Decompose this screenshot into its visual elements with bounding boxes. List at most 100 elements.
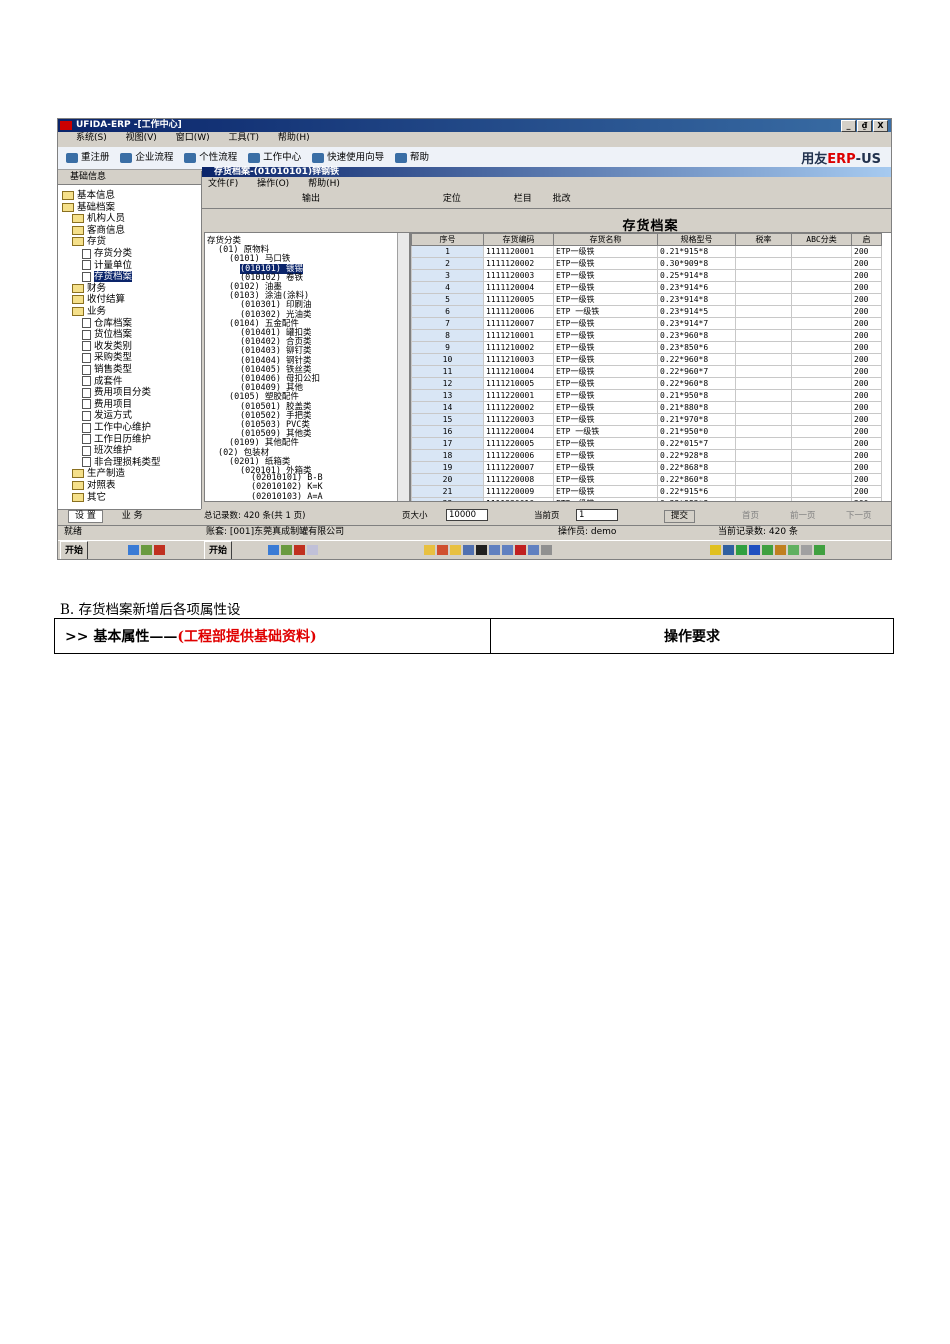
task-icon-2[interactable] — [463, 544, 474, 555]
user-icon[interactable] — [775, 544, 786, 555]
menu-help[interactable]: 帮助(H) — [278, 132, 310, 145]
start-button-2[interactable]: 开始 — [204, 541, 233, 559]
table-cell: 200 — [851, 449, 882, 462]
table-row[interactable]: 17 1111220005 ETP一级铁 0.22*015*7 200 — [411, 437, 882, 450]
table-row[interactable]: 8 1111210001 ETP一级铁 0.23*960*8 200 — [411, 329, 882, 342]
desktop-icon-2[interactable] — [281, 544, 292, 555]
table-cell: 1111220003 — [483, 413, 554, 426]
restore-button[interactable]: ₫ — [857, 120, 872, 132]
doc-menu-help[interactable]: 帮助(H) — [308, 178, 340, 190]
table-row[interactable]: 5 1111120005 ETP一级铁 0.23*914*8 200 — [411, 293, 882, 306]
tab-business[interactable]: 业 务 — [115, 511, 149, 522]
table-cell: 1111120002 — [483, 257, 554, 270]
antivirus-icon[interactable] — [736, 544, 747, 555]
table-row[interactable]: 13 1111220001 ETP一级铁 0.21*950*8 200 — [411, 389, 882, 402]
table-row[interactable]: 19 1111220007 ETP一级铁 0.22*868*8 200 — [411, 461, 882, 474]
doc-menu-operation[interactable]: 操作(O) — [257, 178, 289, 190]
guide-icon — [312, 153, 325, 163]
document-icon-2[interactable] — [502, 544, 513, 555]
table-cell — [791, 281, 852, 294]
speaker-icon[interactable] — [710, 544, 721, 555]
menu-tools[interactable]: 工具(T) — [228, 132, 259, 145]
toolbar-personal-flow-button[interactable]: 个性流程 — [184, 147, 237, 169]
table-row[interactable]: 1 1111120001 ETP一级铁 0.21*915*8 200 — [411, 245, 882, 258]
table-row[interactable]: 7 1111120007 ETP一级铁 0.23*914*7 200 — [411, 317, 882, 330]
next-page-button[interactable]: 下一页 — [846, 509, 872, 523]
table-cell — [735, 473, 792, 486]
table-row[interactable]: 16 1111220004 ETP 一级铁 0.21*950*0 200 — [411, 425, 882, 438]
minimize-button[interactable]: _ — [841, 120, 856, 132]
table-row[interactable]: 221111220010ETP一级铁0.22*982*8 200 — [411, 497, 882, 501]
tray-icon-2[interactable] — [788, 544, 799, 555]
grid-column-header[interactable]: 存货编码 — [483, 233, 554, 246]
toolbar-work-center-button[interactable]: 工作中心 — [248, 147, 301, 169]
export-button[interactable]: 输出 — [302, 194, 320, 204]
submit-button[interactable]: 提交 — [664, 510, 696, 523]
tray-icon[interactable] — [762, 544, 773, 555]
grid-column-header[interactable]: 存货名称 — [553, 233, 658, 246]
columns-button[interactable]: 栏目 — [514, 194, 532, 204]
toolbar-quick-guide-button[interactable]: 快速使用向导 — [312, 147, 384, 169]
table-row[interactable]: 21 1111220009 ETP一级铁 0.22*915*6 200 — [411, 485, 882, 498]
menu-view[interactable]: 视图(V) — [126, 132, 157, 145]
table-row[interactable]: 14 1111220002 ETP一级铁 0.21*880*8 200 — [411, 401, 882, 414]
console-icon[interactable] — [476, 544, 487, 555]
batch-edit-button[interactable]: 批改 — [553, 194, 571, 204]
erp-icon[interactable] — [515, 544, 526, 555]
ie-icon-2[interactable] — [268, 544, 279, 555]
table-row[interactable]: 6 1111120006 ETP 一级铁 0.23*914*5 200 — [411, 305, 882, 318]
table-cell: 200 — [851, 461, 882, 474]
prev-page-button[interactable]: 前一页 — [790, 509, 816, 523]
grid-column-header[interactable]: ABC分类 — [791, 233, 852, 246]
table-row[interactable]: 2 1111120002 ETP一级铁 0.30*909*8 200 — [411, 257, 882, 270]
grid-column-header[interactable]: 税率 — [735, 233, 792, 246]
table-row[interactable]: 12 1111210005 ETP一级铁 0.22*960*8 200 — [411, 377, 882, 390]
menu-window[interactable]: 窗口(W) — [176, 132, 210, 145]
toolbar-help-button[interactable]: 帮助 — [394, 147, 429, 169]
table-cell — [791, 341, 852, 354]
start-button[interactable]: 开始 — [60, 541, 89, 559]
app-icon[interactable] — [154, 544, 165, 555]
close-button[interactable]: X — [873, 120, 888, 132]
network-icon[interactable] — [723, 544, 734, 555]
tree-scrollbar[interactable] — [397, 233, 409, 501]
table-row[interactable]: 15 1111220003 ETP一级铁 0.21*970*8 200 — [411, 413, 882, 426]
table-row[interactable]: 3 1111120003 ETP一级铁 0.25*914*8 200 — [411, 269, 882, 282]
table-cell — [735, 281, 792, 294]
doc-menu-file[interactable]: 文件(F) — [208, 178, 238, 190]
tray-icon-3[interactable] — [801, 544, 812, 555]
grid-column-header[interactable]: 规格型号 — [657, 233, 736, 246]
locate-button[interactable]: 定位 — [443, 194, 461, 204]
desktop-icon[interactable] — [141, 544, 152, 555]
flow-icon — [120, 153, 133, 163]
menu-system[interactable]: 系统(S) — [76, 132, 107, 145]
table-row[interactable]: 18 1111220006 ETP一级铁 0.22*928*8 200 — [411, 449, 882, 462]
table-row[interactable]: 4 1111120004 ETP一级铁 0.23*914*6 200 — [411, 281, 882, 294]
toolbar-enterprise-flow-button[interactable]: 企业流程 — [120, 147, 173, 169]
folder-icon[interactable] — [424, 544, 435, 555]
table-row[interactable]: 9 1111210002 ETP一级铁 0.23*850*6 200 — [411, 341, 882, 354]
left-nav-item[interactable]: 其它 — [72, 489, 106, 503]
window-icon[interactable] — [307, 544, 318, 555]
task-icon-3[interactable] — [541, 544, 552, 555]
table-row[interactable]: 11 1111210004 ETP一级铁 0.22*960*7 200 — [411, 365, 882, 378]
grid-column-header[interactable]: 启 — [851, 233, 882, 246]
toolbar-relogin-button[interactable]: 重注册 — [66, 147, 110, 169]
category-tree-node[interactable]: (02010103) A=A — [251, 492, 323, 501]
tab-settings[interactable]: 设 置 — [68, 510, 103, 523]
tray-icon-4[interactable] — [814, 544, 825, 555]
current-page-input[interactable]: 1 — [576, 509, 618, 521]
task-icon[interactable] — [437, 544, 448, 555]
table-row[interactable]: 10 1111210003 ETP一级铁 0.22*960*8 200 — [411, 353, 882, 366]
table-row[interactable]: 20 1111220008 ETP一级铁 0.22*860*8 200 — [411, 473, 882, 486]
page-size-input[interactable]: 10000 — [446, 509, 488, 521]
document-icon[interactable] — [489, 544, 500, 555]
app-icon-2[interactable] — [294, 544, 305, 555]
ie-icon[interactable] — [128, 544, 139, 555]
folder-icon-2[interactable] — [450, 544, 461, 555]
first-page-button[interactable]: 首页 — [742, 509, 759, 523]
shield-icon[interactable] — [749, 544, 760, 555]
basic-attribute-cell: >> 基本属性——(工程部提供基础资料) — [54, 618, 491, 654]
grid-column-header[interactable]: 序号 — [411, 233, 484, 246]
document-icon-3[interactable] — [528, 544, 539, 555]
